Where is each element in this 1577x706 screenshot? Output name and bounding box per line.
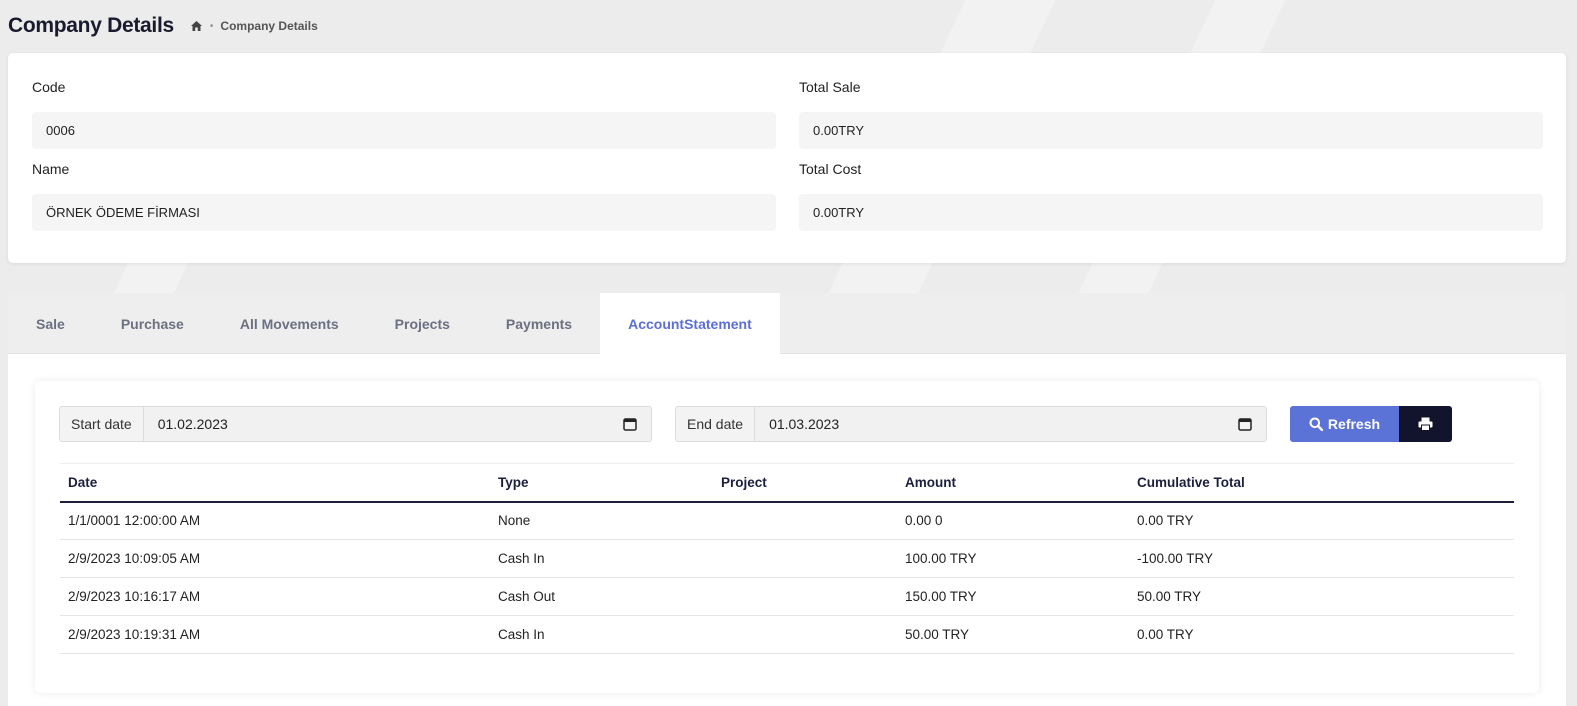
total-cost-value: 0.00TRY (799, 194, 1543, 231)
column-header-project[interactable]: Project (713, 463, 897, 503)
tabs-card: Sale Purchase All Movements Projects Pay… (8, 293, 1566, 706)
cell-project (713, 577, 897, 616)
account-statement-panel: Start date 01.02.2023 End date 01.03.202… (35, 381, 1539, 693)
table-row: 1/1/0001 12:00:00 AM None 0.00 0 0.00 TR… (60, 501, 1514, 540)
calendar-icon[interactable] (1238, 417, 1252, 431)
account-statement-table: Date Type Project Amount Cumulative Tota… (60, 463, 1514, 654)
start-date-group: Start date 01.02.2023 (59, 406, 652, 442)
search-icon (1309, 417, 1323, 431)
end-date-input[interactable]: 01.03.2023 (755, 407, 1266, 441)
cell-cumulative-total: -100.00 TRY (1129, 539, 1514, 578)
end-date-group: End date 01.03.2023 (675, 406, 1267, 442)
cell-type: Cash Out (490, 577, 713, 616)
cell-type: Cash In (490, 539, 713, 578)
table-row: 2/9/2023 10:19:31 AM Cash In 50.00 TRY 0… (60, 615, 1514, 654)
end-date-value: 01.03.2023 (769, 416, 840, 432)
name-label: Name (32, 161, 70, 177)
start-date-value: 01.02.2023 (157, 416, 228, 432)
end-date-label: End date (676, 407, 756, 441)
home-icon[interactable] (190, 20, 203, 32)
tab-purchase[interactable]: Purchase (93, 293, 212, 354)
code-field: Code 0006 (32, 79, 776, 149)
cell-date: 1/1/0001 12:00:00 AM (60, 501, 490, 540)
calendar-icon[interactable] (623, 417, 637, 431)
table-row: 2/9/2023 10:16:17 AM Cash Out 150.00 TRY… (60, 577, 1514, 616)
total-sale-value: 0.00TRY (799, 112, 1543, 149)
company-info-card: Code 0006 Name ÖRNEK ÖDEME FİRMASI Total… (8, 53, 1566, 263)
cell-project (713, 615, 897, 654)
column-header-amount[interactable]: Amount (897, 463, 1129, 503)
tab-sale[interactable]: Sale (8, 293, 93, 354)
cell-amount: 0.00 0 (897, 501, 1129, 540)
cell-amount: 50.00 TRY (897, 615, 1129, 654)
tab-account-statement[interactable]: AccountStatement (600, 293, 780, 354)
table-header-row: Date Type Project Amount Cumulative Tota… (60, 463, 1514, 503)
refresh-button[interactable]: Refresh (1290, 406, 1399, 442)
print-icon (1418, 417, 1433, 431)
breadcrumb: • Company Details (190, 19, 318, 33)
code-label: Code (32, 79, 66, 95)
start-date-input[interactable]: 01.02.2023 (143, 407, 651, 441)
page-title: Company Details (8, 14, 174, 37)
cell-project (713, 501, 897, 540)
column-header-cumulative-total[interactable]: Cumulative Total (1129, 463, 1514, 503)
page-header: Company Details • Company Details (8, 10, 318, 42)
column-header-date[interactable]: Date (60, 463, 490, 503)
code-value: 0006 (32, 112, 776, 149)
name-value: ÖRNEK ÖDEME FİRMASI (32, 194, 776, 231)
start-date-label: Start date (60, 407, 144, 441)
total-sale-field: Total Sale 0.00TRY (799, 79, 1543, 149)
total-cost-field: Total Cost 0.00TRY (799, 161, 1543, 231)
name-field: Name ÖRNEK ÖDEME FİRMASI (32, 161, 776, 231)
breadcrumb-separator: • (209, 20, 214, 32)
tab-all-movements[interactable]: All Movements (212, 293, 367, 354)
cell-type: None (490, 501, 713, 540)
cell-project (713, 539, 897, 578)
tab-projects[interactable]: Projects (367, 293, 478, 354)
table-row: 2/9/2023 10:09:05 AM Cash In 100.00 TRY … (60, 539, 1514, 578)
total-sale-label: Total Sale (799, 79, 861, 95)
cell-date: 2/9/2023 10:19:31 AM (60, 615, 490, 654)
cell-date: 2/9/2023 10:09:05 AM (60, 539, 490, 578)
cell-amount: 150.00 TRY (897, 577, 1129, 616)
cell-cumulative-total: 0.00 TRY (1129, 501, 1514, 540)
cell-cumulative-total: 0.00 TRY (1129, 615, 1514, 654)
cell-type: Cash In (490, 615, 713, 654)
total-cost-label: Total Cost (799, 161, 862, 177)
cell-amount: 100.00 TRY (897, 539, 1129, 578)
cell-cumulative-total: 50.00 TRY (1129, 577, 1514, 616)
tab-payments[interactable]: Payments (478, 293, 600, 354)
print-button[interactable] (1399, 406, 1452, 442)
cell-date: 2/9/2023 10:16:17 AM (60, 577, 490, 616)
breadcrumb-current: Company Details (220, 19, 318, 33)
column-header-type[interactable]: Type (490, 463, 713, 503)
refresh-label: Refresh (1327, 416, 1381, 432)
tab-bar: Sale Purchase All Movements Projects Pay… (8, 293, 1566, 354)
